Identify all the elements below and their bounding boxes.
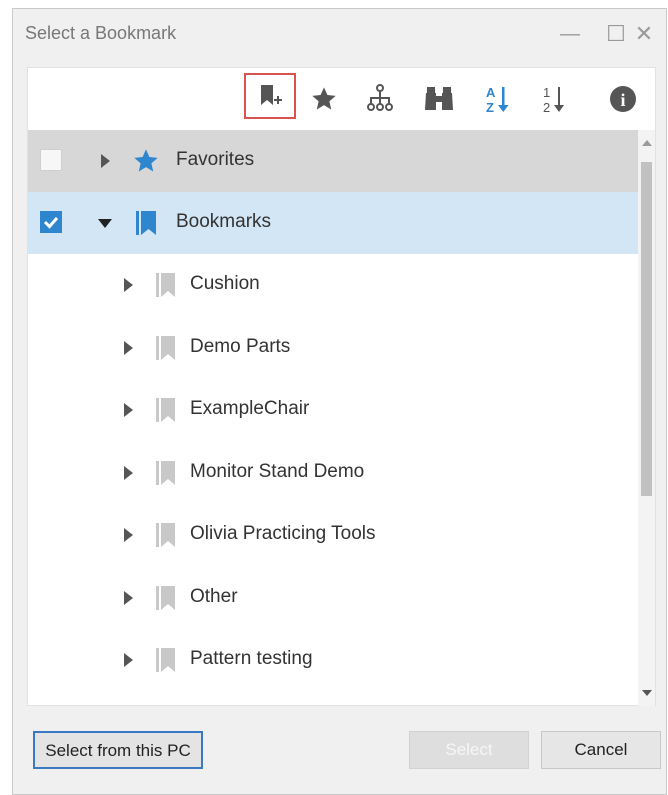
bookmark-icon bbox=[156, 398, 175, 422]
binoculars-icon bbox=[425, 87, 453, 110]
scroll-down-icon[interactable] bbox=[642, 690, 652, 696]
tree-hierarchy-icon bbox=[367, 84, 393, 111]
tree-row-examplechair[interactable]: ExampleChair bbox=[28, 379, 640, 441]
star-icon bbox=[312, 87, 336, 110]
favorites-button[interactable] bbox=[305, 80, 343, 118]
sort-az-button[interactable]: A Z bbox=[478, 80, 516, 118]
bookmark-tree: Favorites Bookmarks Cushion Demo Parts E… bbox=[28, 130, 640, 706]
hierarchy-button[interactable] bbox=[361, 80, 399, 118]
add-bookmark-button[interactable] bbox=[244, 73, 296, 119]
bookmark-icon bbox=[156, 336, 175, 360]
sort-12-icon: 1 2 bbox=[543, 85, 564, 115]
tree-row-label: Bookmarks bbox=[176, 211, 272, 232]
sort-az-top: A bbox=[486, 85, 496, 100]
checkmark-icon bbox=[43, 217, 59, 229]
search-button[interactable] bbox=[420, 80, 458, 118]
bookmark-icon bbox=[156, 273, 175, 297]
tree-row-olivia-practicing-tools[interactable]: Olivia Practicing Tools bbox=[28, 504, 640, 566]
select-from-pc-button[interactable]: Select from this PC bbox=[33, 731, 203, 769]
sort-az-bottom: Z bbox=[486, 100, 494, 115]
info-button[interactable]: i bbox=[604, 80, 642, 118]
tree-row-label: Monitor Stand Demo bbox=[190, 461, 365, 482]
tree-row-label: Olivia Practicing Tools bbox=[190, 523, 376, 544]
tree-row-label: Demo Parts bbox=[190, 336, 291, 357]
select-button[interactable]: Select bbox=[409, 731, 529, 769]
expand-arrow-icon[interactable] bbox=[124, 278, 133, 292]
bookmark-icon bbox=[156, 586, 175, 610]
tree-row-favorites[interactable]: Favorites bbox=[28, 130, 640, 192]
bookmark-icon bbox=[156, 523, 175, 547]
expand-arrow-icon[interactable] bbox=[101, 154, 110, 168]
maximize-button[interactable]: ☐ bbox=[601, 19, 631, 49]
window-title: Select a Bookmark bbox=[25, 23, 177, 43]
collapse-arrow-icon[interactable] bbox=[98, 219, 112, 228]
scroll-thumb[interactable] bbox=[641, 162, 652, 496]
cancel-button[interactable]: Cancel bbox=[541, 731, 661, 769]
tree-row-monitor-stand-demo[interactable]: Monitor Stand Demo bbox=[28, 442, 640, 504]
bookmark-icon bbox=[156, 648, 175, 672]
tree-row-pattern-testing[interactable]: Pattern testing bbox=[28, 629, 640, 691]
bookmarks-checkbox[interactable] bbox=[40, 211, 62, 233]
tree-row-label: Cushion bbox=[190, 273, 260, 294]
title-bar: Select a Bookmark — ☐ ✕ bbox=[13, 9, 666, 59]
expand-arrow-icon[interactable] bbox=[124, 341, 133, 355]
tree-row-label: Pattern testing bbox=[190, 648, 313, 669]
expand-arrow-icon[interactable] bbox=[124, 528, 133, 542]
expand-arrow-icon[interactable] bbox=[124, 653, 133, 667]
expand-arrow-icon[interactable] bbox=[124, 403, 133, 417]
bookmark-icon bbox=[156, 461, 175, 485]
tree-row-bookmarks[interactable]: Bookmarks bbox=[28, 192, 640, 254]
favorites-checkbox[interactable] bbox=[40, 149, 62, 171]
sort-numeric-button[interactable]: 1 2 bbox=[534, 80, 572, 118]
star-icon bbox=[134, 149, 158, 172]
scroll-up-icon[interactable] bbox=[642, 140, 652, 146]
toolbar: A Z 1 2 i bbox=[28, 68, 655, 130]
tree-row-partial[interactable] bbox=[28, 692, 640, 706]
info-glyph: i bbox=[620, 90, 625, 110]
tree-row-demo-parts[interactable]: Demo Parts bbox=[28, 317, 640, 379]
tree-row-other[interactable]: Other bbox=[28, 567, 640, 629]
sort-az-icon: A Z bbox=[486, 85, 509, 115]
tree-row-label: Other bbox=[190, 586, 238, 607]
tree-row-cushion[interactable]: Cushion bbox=[28, 254, 640, 316]
tree-row-label: Favorites bbox=[176, 149, 255, 170]
info-icon: i bbox=[610, 86, 636, 112]
bookmark-panel: A Z 1 2 i Favorites Bookmarks Cushion De… bbox=[27, 67, 656, 706]
bookmark-dialog: Select a Bookmark — ☐ ✕ A Z 1 2 i Favori… bbox=[12, 8, 667, 795]
close-button[interactable]: ✕ bbox=[629, 19, 659, 49]
vertical-scrollbar[interactable] bbox=[638, 130, 655, 706]
minimize-button[interactable]: — bbox=[555, 19, 585, 49]
sort-num-bottom: 2 bbox=[543, 100, 550, 115]
expand-arrow-icon[interactable] bbox=[124, 466, 133, 480]
expand-arrow-icon[interactable] bbox=[124, 591, 133, 605]
sort-num-top: 1 bbox=[543, 85, 550, 100]
bookmark-add-icon bbox=[261, 85, 282, 105]
tree-row-label: ExampleChair bbox=[190, 398, 310, 419]
bookmark-icon bbox=[136, 211, 156, 235]
